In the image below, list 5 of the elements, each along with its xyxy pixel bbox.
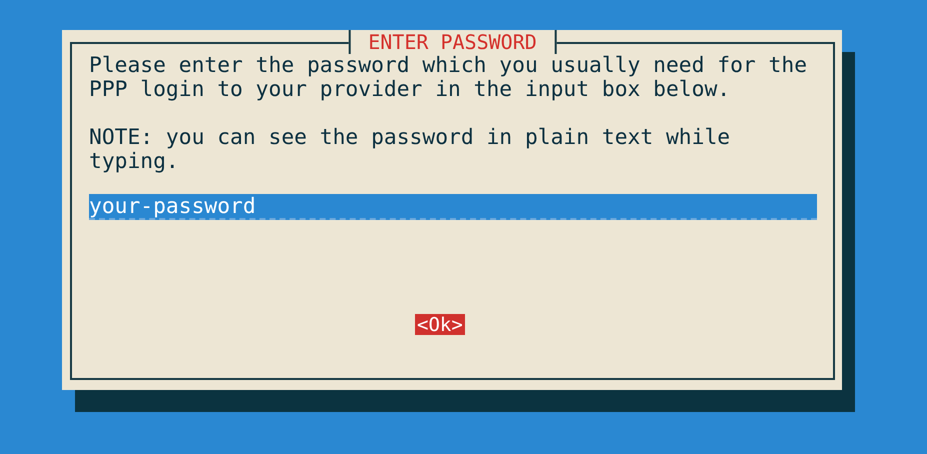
message-text: Please enter the password which you usually need for the PPP login to your provider in the input box below. <box>89 54 808 102</box>
dialog-title: ENTER PASSWORD <box>348 30 557 54</box>
ok-button[interactable]: <Ok> <box>415 314 465 335</box>
message-text: NOTE: you can see the password in plain text while typing. <box>89 126 732 174</box>
password-field[interactable]: your-password <box>89 194 817 220</box>
